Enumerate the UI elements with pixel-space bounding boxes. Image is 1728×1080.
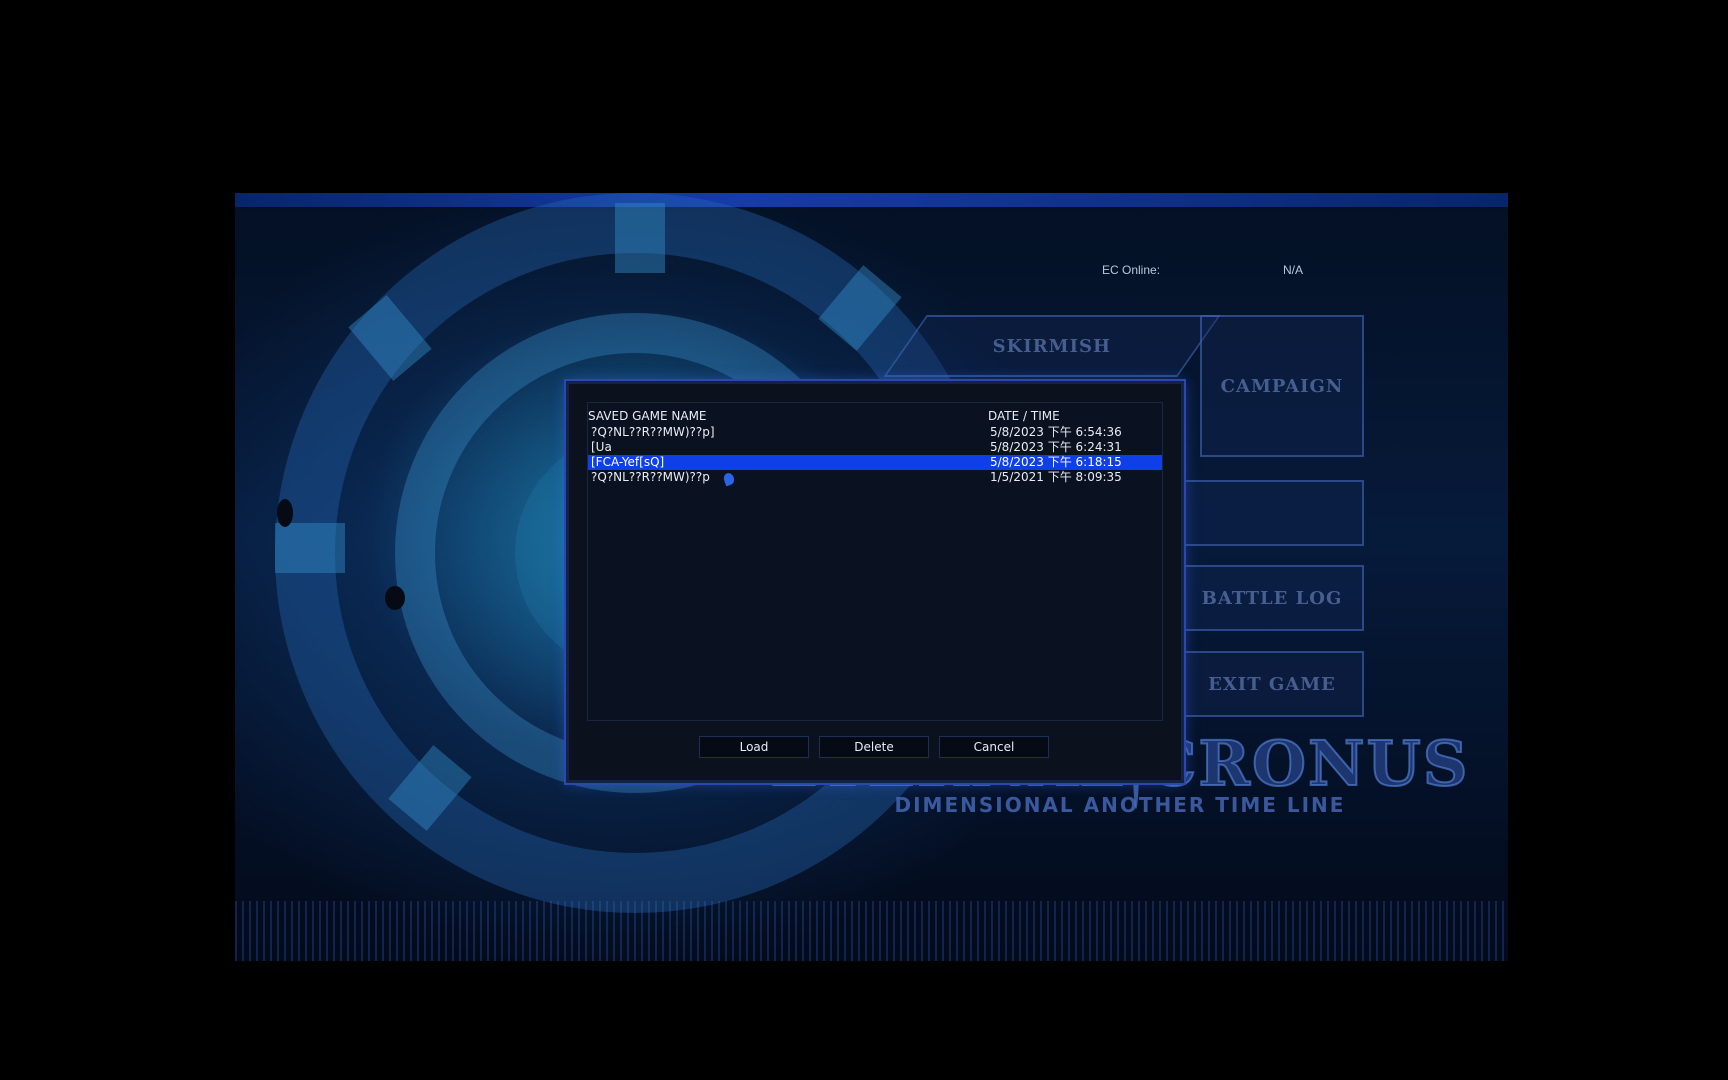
save-date: 1/5/2021 下午 8:09:35 <box>990 470 1122 484</box>
bottom-border-strip <box>235 901 1508 961</box>
exit-game-button[interactable]: EXIT GAME <box>1180 651 1364 717</box>
online-status-label: EC Online: <box>1102 263 1161 277</box>
multiplayer-button[interactable] <box>1180 480 1364 546</box>
saved-games-rows: ?Q?NL??R??MW)??p] 5/8/2023 下午 6:54:36 [U… <box>588 425 1162 485</box>
save-date: 5/8/2023 下午 6:24:31 <box>990 440 1122 454</box>
save-date: 5/8/2023 下午 6:18:15 <box>990 455 1122 469</box>
save-name: [Ua <box>591 440 612 454</box>
column-header-name[interactable]: SAVED GAME NAME <box>588 409 707 423</box>
exit-game-label: EXIT GAME <box>1208 673 1336 695</box>
cancel-button[interactable]: Cancel <box>939 736 1049 758</box>
load-game-dialog: SAVED GAME NAME DATE / TIME ?Q?NL??R??MW… <box>566 381 1184 783</box>
logo-tagline: DIMENSIONAL ANOTHER TIME LINE <box>894 793 1346 817</box>
delete-button[interactable]: Delete <box>819 736 929 758</box>
load-button[interactable]: Load <box>699 736 809 758</box>
column-header-date[interactable]: DATE / TIME <box>988 409 1060 423</box>
save-date: 5/8/2023 下午 6:54:36 <box>990 425 1122 439</box>
skirmish-label: SKIRMISH <box>992 335 1112 357</box>
saved-games-list[interactable]: SAVED GAME NAME DATE / TIME ?Q?NL??R??MW… <box>587 402 1163 721</box>
save-name: ?Q?NL??R??MW)??p] <box>591 425 715 439</box>
battle-log-button[interactable]: BATTLE LOG <box>1180 565 1364 631</box>
logo-title-right: CRONUS <box>1146 726 1470 801</box>
save-name: [FCA-Yef[sQ] <box>591 455 665 469</box>
save-name: ?Q?NL??R??MW)??p <box>591 470 710 484</box>
skirmish-button[interactable]: SKIRMISH <box>883 315 1221 377</box>
save-row[interactable]: ?Q?NL??R??MW)??p] 5/8/2023 下午 6:54:36 <box>588 425 1162 440</box>
save-row[interactable]: ?Q?NL??R??MW)??p 1/5/2021 下午 8:09:35 <box>588 470 1162 485</box>
online-status-value: N/A <box>1283 263 1304 277</box>
battle-log-label: BATTLE LOG <box>1201 587 1343 609</box>
campaign-label: CAMPAIGN <box>1220 375 1344 397</box>
dialog-button-bar: Load Delete Cancel <box>699 736 1049 758</box>
save-row[interactable]: [Ua 5/8/2023 下午 6:24:31 <box>588 440 1162 455</box>
save-row-selected[interactable]: [FCA-Yef[sQ] 5/8/2023 下午 6:18:15 <box>588 455 1162 470</box>
campaign-button[interactable]: CAMPAIGN <box>1200 315 1364 457</box>
